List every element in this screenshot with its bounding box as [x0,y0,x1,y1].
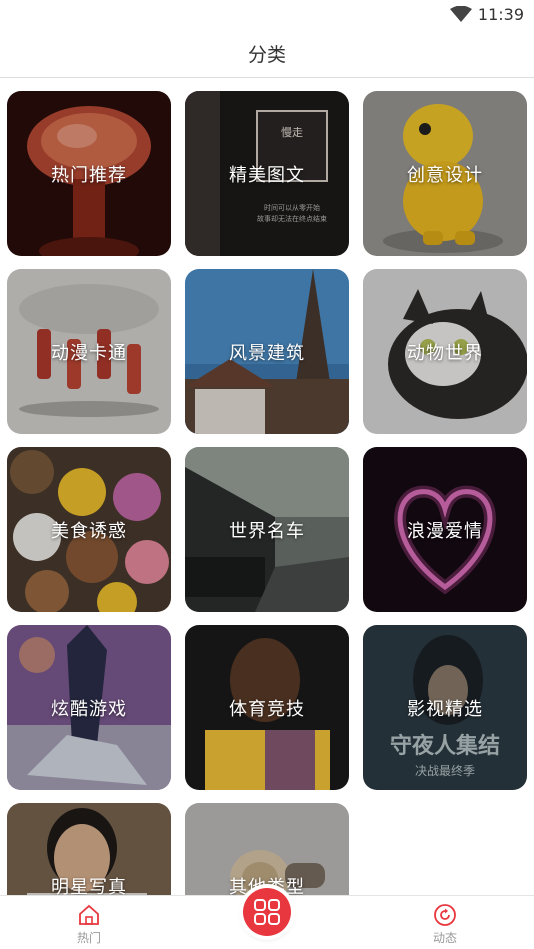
category-label: 动物世界 [407,343,483,363]
category-tile-design[interactable]: 创意设计 [363,91,527,256]
tab-hot-label: 热门 [76,931,101,945]
category-label: 美食诱惑 [51,521,127,541]
category-label: 动漫卡通 [51,343,127,363]
category-tile-celebrity[interactable]: 明星写真 [7,803,171,895]
grid-icon [254,899,280,925]
category-tile-cars[interactable]: 世界名车 [185,447,349,612]
category-tile-tv[interactable]: 守夜人集结 决战最终季 影视精选 [363,625,527,790]
center-category-button[interactable] [243,888,291,936]
category-tile-games[interactable]: 炫酷游戏 [7,625,171,790]
category-label: 创意设计 [407,165,483,185]
category-label: 热门推荐 [51,165,127,185]
category-label: 世界名车 [229,521,305,541]
status-bar: 11:39 [0,0,534,28]
tab-hot[interactable]: 热门 [29,896,149,949]
category-label: 精美图文 [229,165,305,185]
category-label: 炫酷游戏 [51,699,127,719]
category-tile-food[interactable]: 美食诱惑 [7,447,171,612]
category-tile-other[interactable]: 其他类型 [185,803,349,895]
page-title: 分类 [247,45,286,66]
tab-feed-label: 动态 [432,931,457,945]
refresh-circle-icon [434,904,456,926]
category-grid: 热门推荐 慢走 时间可以从零开始 故事却无法在终点结束 精美图文 创意设计 动漫… [7,91,529,895]
category-tile-graphics[interactable]: 慢走 时间可以从零开始 故事却无法在终点结束 精美图文 [185,91,349,256]
wifi-icon [450,6,472,22]
category-label: 浪漫爱情 [407,521,483,541]
title-bar: 分类 [0,28,534,78]
category-label: 明星写真 [51,877,127,895]
category-label: 影视精选 [407,699,483,719]
category-tile-romance[interactable]: 浪漫爱情 [363,447,527,612]
category-tile-hot[interactable]: 热门推荐 [7,91,171,256]
category-tile-sports[interactable]: 体育竞技 [185,625,349,790]
home-icon [79,904,99,925]
category-label: 体育竞技 [229,699,305,719]
category-label: 风景建筑 [229,343,305,363]
category-tile-anime[interactable]: 动漫卡通 [7,269,171,434]
tab-feed[interactable]: 动态 [385,896,505,949]
category-tile-scenery[interactable]: 风景建筑 [185,269,349,434]
status-time: 11:39 [477,5,524,24]
category-tile-animals[interactable]: 动物世界 [363,269,527,434]
